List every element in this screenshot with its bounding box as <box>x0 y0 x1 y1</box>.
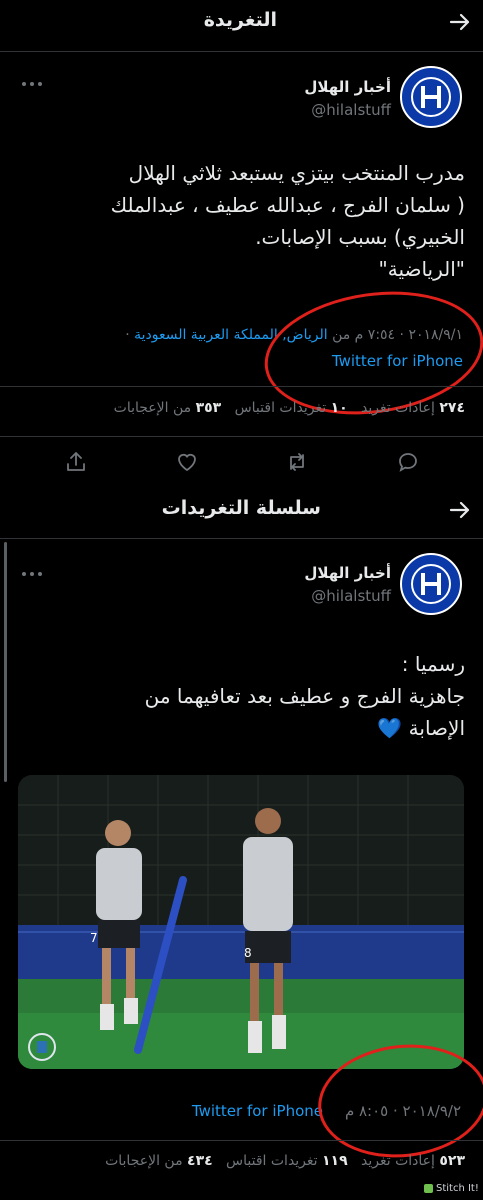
avatar[interactable] <box>400 66 462 128</box>
author-handle[interactable]: @hilalstuff <box>311 587 391 605</box>
scrollbar[interactable] <box>4 542 7 782</box>
author-name[interactable]: أخبار الهلال <box>304 78 391 96</box>
watermark-text: Stitch It! <box>436 1183 479 1194</box>
author-name[interactable]: أخبار الهلال <box>304 564 391 582</box>
watermark: Stitch It! <box>424 1183 479 1194</box>
retweets-count[interactable]: ٥٢٣ <box>439 1153 465 1169</box>
like-icon[interactable] <box>175 450 199 474</box>
thread-text-line: الإصابة 💙 <box>377 716 465 740</box>
share-icon[interactable] <box>64 450 88 474</box>
back-arrow-icon[interactable] <box>448 10 472 34</box>
quotes-count[interactable]: ١١٩ <box>322 1153 348 1169</box>
author-handle[interactable]: @hilalstuff <box>311 101 391 119</box>
quotes-count[interactable]: ١٠ <box>331 400 348 416</box>
thread-text: رسميا : جاهزية الفرج و عطيف بعد تعافيهما… <box>15 648 465 744</box>
jersey-number: 7 <box>90 931 98 945</box>
tweet-stats: ٢٧٤ إعادات تغريد ١٠ تغريدات اقتباس ٣٥٣ م… <box>114 400 465 416</box>
more-options-icon[interactable] <box>20 566 44 580</box>
thread-stats: ٥٢٣ إعادات تغريد ١١٩ تغريدات اقتباس ٤٣٤ … <box>105 1153 465 1169</box>
tweet-text-line: ( سلمان الفرج ، عبدالله عطيف ، عبدالملك <box>110 193 465 217</box>
jersey-number: 8 <box>244 946 252 960</box>
thread-title: سلسلة التغريدات <box>161 497 321 519</box>
retweets-label[interactable]: إعادات تغريد <box>361 1153 435 1169</box>
tweet-text: مدرب المنتخب بيتزي يستبعد ثلاثي الهلال (… <box>15 157 465 285</box>
thread-client[interactable]: Twitter for iPhone <box>192 1102 323 1120</box>
avatar[interactable] <box>400 553 462 615</box>
tweet-photo[interactable]: 7 8 <box>18 775 464 1069</box>
tweet-text-line: الخبيري) بسبب الإصابات. <box>255 225 465 249</box>
tweet-text-line: "الرياضية" <box>378 257 465 281</box>
meta-separator: · <box>125 327 130 343</box>
tweet-text-line: مدرب المنتخب بيتزي يستبعد ثلاثي الهلال <box>128 161 465 185</box>
watermark-icon <box>424 1184 433 1193</box>
more-options-icon[interactable] <box>20 76 44 90</box>
retweet-icon[interactable] <box>285 450 309 474</box>
retweets-label[interactable]: إعادات تغريد <box>361 400 435 416</box>
training-photo-scene: 7 8 <box>18 775 464 1069</box>
retweets-count[interactable]: ٢٧٤ <box>439 400 465 416</box>
thread-text-line: رسميا : <box>401 652 465 676</box>
thread-text-line: جاهزية الفرج و عطيف بعد تعافيهما من <box>144 684 465 708</box>
likes-label[interactable]: من الإعجابات <box>105 1153 182 1169</box>
quotes-label[interactable]: تغريدات اقتباس <box>235 400 327 416</box>
likes-count[interactable]: ٤٣٤ <box>187 1153 213 1169</box>
page-title: التغريدة <box>203 9 277 31</box>
likes-count[interactable]: ٣٥٣ <box>196 400 222 416</box>
back-arrow-icon[interactable] <box>448 498 472 522</box>
likes-label[interactable]: من الإعجابات <box>114 400 191 416</box>
reply-icon[interactable] <box>396 450 420 474</box>
quotes-label[interactable]: تغريدات اقتباس <box>226 1153 318 1169</box>
